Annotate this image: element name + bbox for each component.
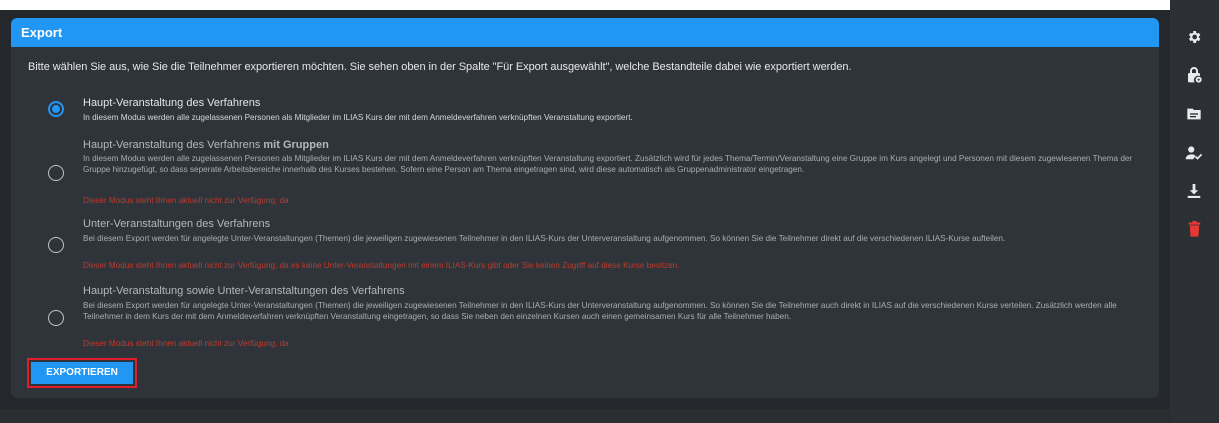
export-button-highlight: EXPORTIEREN — [27, 358, 137, 388]
option-description: Bei diesem Export werden für angelegte U… — [83, 301, 1117, 321]
option-unavailable-note: Dieser Modus steht Ihnen aktuell nicht z… — [83, 339, 289, 348]
option-title: Haupt-Veranstaltung des Verfahrens mit G… — [83, 139, 329, 151]
folder-icon[interactable] — [1185, 105, 1203, 123]
export-panel: Export Bitte wählen Sie aus, wie Sie die… — [11, 18, 1159, 398]
lock-gear-icon[interactable] — [1185, 66, 1203, 84]
option-title: Unter-Veranstaltungen des Verfahrens — [83, 218, 271, 230]
download-icon[interactable] — [1185, 182, 1203, 200]
user-check-icon[interactable] — [1185, 144, 1203, 162]
radio-main-event-groups[interactable] — [48, 165, 64, 181]
option-title-bold: mit Gruppen — [263, 139, 329, 151]
trash-icon[interactable] — [1185, 220, 1203, 238]
intro-text: Bitte wählen Sie aus, wie Sie die Teilne… — [28, 61, 852, 73]
option-description: Bei diesem Export werden für angelegte U… — [83, 234, 1006, 243]
top-strip — [0, 0, 1170, 10]
option-unavailable-note: Dieser Modus steht Ihnen aktuell nicht z… — [83, 261, 680, 270]
bottom-strip — [0, 409, 1170, 423]
option-description: In diesem Modus werden alle zugelassenen… — [83, 113, 633, 122]
radio-sub-events[interactable] — [48, 237, 64, 253]
option-title: Haupt-Veranstaltung sowie Unter-Veransta… — [83, 285, 405, 297]
option-unavailable-note: Dieser Modus steht Ihnen aktuell nicht z… — [83, 196, 289, 205]
export-button[interactable]: EXPORTIEREN — [31, 362, 133, 384]
panel-title: Export — [11, 18, 1159, 47]
option-title: Haupt-Veranstaltung des Verfahrens — [83, 97, 261, 109]
option-description: In diesem Modus werden alle zugelassenen… — [83, 154, 1133, 174]
right-sidebar — [1170, 0, 1219, 423]
option-title-text: Haupt-Veranstaltung des Verfahrens — [83, 139, 261, 151]
radio-main-and-sub-events[interactable] — [48, 310, 64, 326]
gear-icon[interactable] — [1185, 28, 1203, 46]
radio-main-event[interactable] — [48, 101, 64, 117]
